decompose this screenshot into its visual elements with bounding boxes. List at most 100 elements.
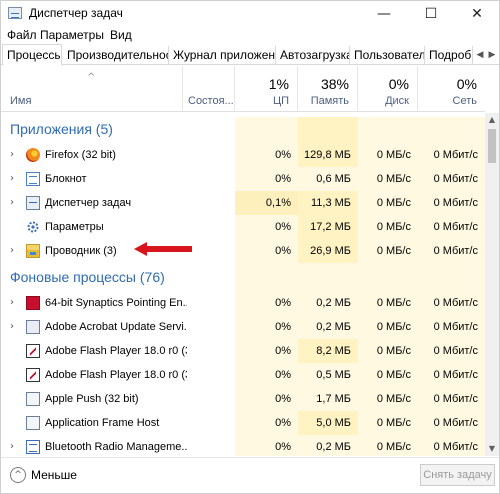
collapse-chevron-icon[interactable]: ^ xyxy=(10,467,26,483)
notepad-icon xyxy=(26,172,40,186)
section-header-apps: Приложения (5) xyxy=(1,117,485,143)
red-arrow-annotation-icon xyxy=(134,242,192,256)
column-disk[interactable]: 0% Диск xyxy=(358,66,418,112)
service-window-icon xyxy=(26,416,40,430)
process-name: 64-bit Synaptics Pointing En... xyxy=(45,297,187,309)
close-button[interactable]: ✕ xyxy=(454,1,500,27)
table-row[interactable]: Параметры 0% 17,2 МБ 0 МБ/с 0 Мбит/с xyxy=(1,215,485,239)
table-row[interactable]: › 64-bit Synaptics Pointing En... 0% 0,2… xyxy=(1,291,485,315)
table-row[interactable]: › Adobe Acrobat Update Servi... 0% 0,2 М… xyxy=(1,315,485,339)
column-cpu[interactable]: 1% ЦП xyxy=(235,66,298,112)
process-name: Adobe Flash Player 18.0 r0 (3... xyxy=(45,369,187,381)
network-value: 0 Мбит/с xyxy=(418,291,485,315)
table-row[interactable]: Adobe Flash Player 18.0 r0 (3... 0% 8,2 … xyxy=(1,339,485,363)
tab-app-history[interactable]: Журнал приложений xyxy=(169,46,276,65)
column-cpu-label: ЦП xyxy=(272,95,289,107)
disk-value: 0 МБ/с xyxy=(358,315,418,339)
service-window-icon xyxy=(26,392,40,406)
end-task-button[interactable]: Снять задачу xyxy=(420,464,495,486)
expand-chevron-icon[interactable]: › xyxy=(10,435,14,456)
title-bar: Диспетчер задач — ☐ ✕ xyxy=(1,1,499,27)
table-row[interactable]: › Bluetooth Radio Manageme... 0% 0,2 МБ … xyxy=(1,435,485,456)
process-name: Диспетчер задач xyxy=(45,197,132,209)
memory-total-percent: 38% xyxy=(320,76,349,92)
expand-chevron-icon[interactable]: › xyxy=(10,143,14,167)
memory-value: 26,9 МБ xyxy=(298,239,358,263)
memory-value: 11,3 МБ xyxy=(298,191,358,215)
scroll-thumb[interactable] xyxy=(488,129,496,163)
column-memory[interactable]: 38% Память xyxy=(298,66,358,112)
memory-value: 17,2 МБ xyxy=(298,215,358,239)
minimize-button[interactable]: — xyxy=(361,1,407,27)
disk-value: 0 МБ/с xyxy=(358,435,418,456)
memory-value: 8,2 МБ xyxy=(298,339,358,363)
menu-options[interactable]: Параметры xyxy=(40,28,104,42)
network-value: 0 Мбит/с xyxy=(418,411,485,435)
expand-chevron-icon[interactable]: › xyxy=(10,191,14,215)
cpu-value: 0,1% xyxy=(235,191,298,215)
cpu-value: 0% xyxy=(235,291,298,315)
scroll-down-icon[interactable]: ▼ xyxy=(485,442,499,456)
menu-bar: Файл Параметры Вид xyxy=(1,27,499,43)
column-status-label: Состоя... xyxy=(188,95,234,107)
cpu-total-percent: 1% xyxy=(268,76,289,92)
cpu-value: 0% xyxy=(235,339,298,363)
cpu-value: 0% xyxy=(235,363,298,387)
window-title: Диспетчер задач xyxy=(29,6,123,20)
column-status[interactable]: Состоя... xyxy=(183,66,235,112)
network-value: 0 Мбит/с xyxy=(418,363,485,387)
tab-scroll-right-icon[interactable]: ▶ xyxy=(486,47,498,63)
menu-view[interactable]: Вид xyxy=(110,28,132,42)
disk-value: 0 МБ/с xyxy=(358,215,418,239)
expand-chevron-icon[interactable]: › xyxy=(10,239,14,263)
process-name: Apple Push (32 bit) xyxy=(45,393,139,405)
memory-value: 0,2 МБ xyxy=(298,315,358,339)
column-network[interactable]: 0% Сеть xyxy=(418,66,485,112)
menu-file[interactable]: Файл xyxy=(7,28,37,42)
bg-fill xyxy=(298,263,358,291)
tab-bar: Процессы Производительность Журнал прило… xyxy=(1,44,499,66)
service-window-icon xyxy=(26,320,40,334)
fewer-details-link[interactable]: Меньше xyxy=(31,468,77,482)
tab-processes[interactable]: Процессы xyxy=(2,44,62,66)
memory-value: 1,7 МБ xyxy=(298,387,358,411)
task-manager-icon xyxy=(26,196,40,210)
tab-startup[interactable]: Автозагрузка xyxy=(276,46,350,65)
tab-scroll-left-icon[interactable]: ◀ xyxy=(474,47,486,63)
flash-player-icon xyxy=(26,344,40,358)
network-value: 0 Мбит/с xyxy=(418,315,485,339)
table-row[interactable]: Adobe Flash Player 18.0 r0 (3... 0% 0,5 … xyxy=(1,363,485,387)
bg-fill xyxy=(418,117,485,143)
table-row[interactable]: Application Frame Host 0% 5,0 МБ 0 МБ/с … xyxy=(1,411,485,435)
expand-chevron-icon[interactable]: › xyxy=(10,291,14,315)
firefox-icon xyxy=(26,148,40,162)
table-row[interactable]: › Блокнот 0% 0,6 МБ 0 МБ/с 0 Мбит/с xyxy=(1,167,485,191)
cpu-value: 0% xyxy=(235,167,298,191)
explorer-folder-icon xyxy=(26,244,40,258)
expand-chevron-icon[interactable]: › xyxy=(10,315,14,339)
maximize-button[interactable]: ☐ xyxy=(408,1,454,27)
tab-users[interactable]: Пользователи xyxy=(350,46,425,65)
table-row[interactable]: › Проводник (3) 0% 26,9 МБ 0 МБ/с 0 Мбит… xyxy=(1,239,485,263)
column-name[interactable]: ^ Имя xyxy=(1,66,183,112)
table-row[interactable]: › Firefox (32 bit) 0% 129,8 МБ 0 МБ/с 0 … xyxy=(1,143,485,167)
tab-details[interactable]: Подробн xyxy=(425,46,473,65)
process-list: Приложения (5) › Firefox (32 bit) 0% 129… xyxy=(1,113,485,456)
vertical-scrollbar[interactable]: ▲ ▼ xyxy=(485,113,499,456)
disk-value: 0 МБ/с xyxy=(358,411,418,435)
sort-ascending-icon: ^ xyxy=(87,72,96,83)
table-row[interactable]: Apple Push (32 bit) 0% 1,7 МБ 0 МБ/с 0 М… xyxy=(1,387,485,411)
process-name: Adobe Flash Player 18.0 r0 (3... xyxy=(45,345,187,357)
settings-gear-icon xyxy=(26,220,40,234)
tab-performance[interactable]: Производительность xyxy=(63,46,169,65)
cpu-value: 0% xyxy=(235,215,298,239)
network-value: 0 Мбит/с xyxy=(418,435,485,456)
cpu-value: 0% xyxy=(235,315,298,339)
disk-value: 0 МБ/с xyxy=(358,291,418,315)
expand-chevron-icon[interactable]: › xyxy=(10,167,14,191)
network-value: 0 Мбит/с xyxy=(418,167,485,191)
disk-value: 0 МБ/с xyxy=(358,167,418,191)
table-row[interactable]: › Диспетчер задач 0,1% 11,3 МБ 0 МБ/с 0 … xyxy=(1,191,485,215)
scroll-up-icon[interactable]: ▲ xyxy=(485,113,499,127)
memory-value: 0,2 МБ xyxy=(298,291,358,315)
